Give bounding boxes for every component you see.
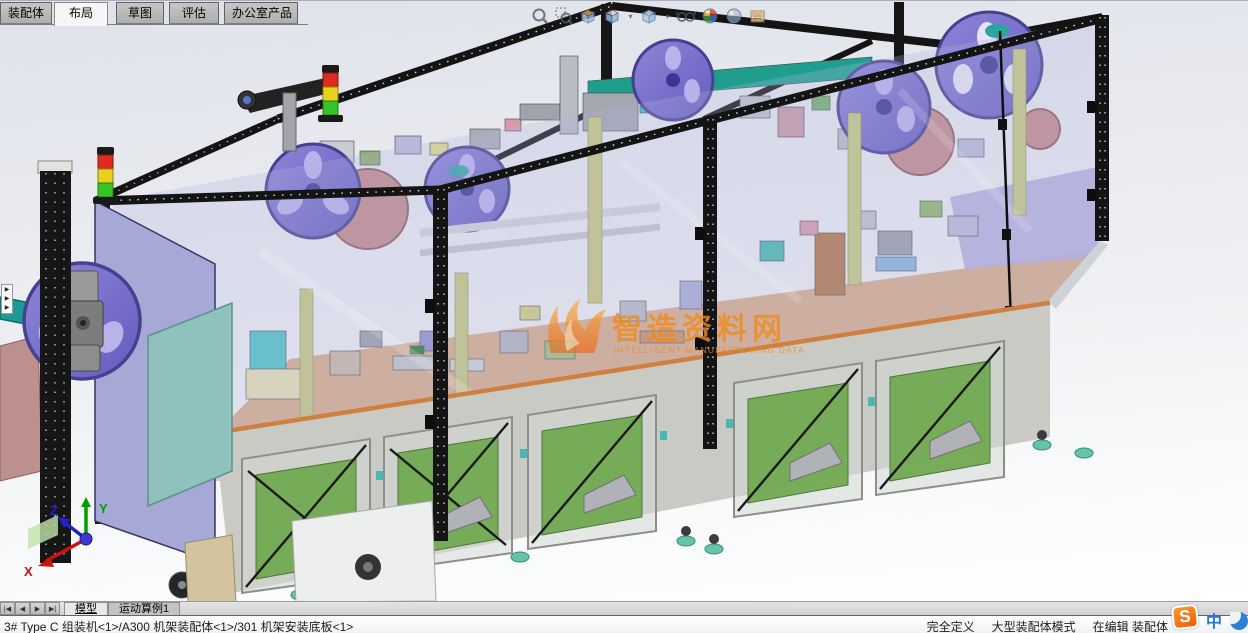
ime-language-indicator[interactable]: 中 <box>1206 608 1222 632</box>
featuremanager-flyout[interactable]: ▶ ▶ ▶ <box>1 284 13 314</box>
graphics-viewport[interactable]: 智造资料网 INTELLIGENT MANUFACTURING DATA Y Z… <box>0 0 1248 602</box>
flyout-arrow-icon: ▶ <box>4 305 10 311</box>
tab-office-products[interactable]: 办公室产品 <box>224 2 298 24</box>
zoom-to-area-icon[interactable] <box>554 6 574 26</box>
assembly-model: 智造资料网 INTELLIGENT MANUFACTURING DATA Y Z… <box>0 1 1109 602</box>
signal-tower-right <box>237 65 343 152</box>
tab-assembly[interactable]: 装配体 <box>0 2 52 24</box>
tab-scroll-next-button[interactable]: ▶ <box>30 602 45 615</box>
triad-y-label: Y <box>99 501 108 516</box>
status-editing-assembly: 在编辑 装配体 <box>1092 620 1168 633</box>
headsup-view-toolbar: ▾ ▾ <box>530 5 768 27</box>
apply-scene-icon[interactable] <box>724 6 744 26</box>
tab-model[interactable]: 模型 <box>64 602 108 615</box>
ime-toolbar: S 中 <box>1170 600 1248 633</box>
view-settings-icon[interactable] <box>748 6 768 26</box>
tab-motion-study-1[interactable]: 运动算例1 <box>108 602 181 615</box>
ime-moon-icon[interactable] <box>1230 612 1248 630</box>
status-fully-defined: 完全定义 <box>926 620 975 633</box>
edit-appearance-icon[interactable] <box>700 6 720 26</box>
triad-z-label: Z <box>50 503 58 518</box>
status-bar: 3# Type C 组装机<1>/A300 机架装配体<1>/301 机架安装底… <box>0 615 1248 633</box>
application-window: 智造资料网 INTELLIGENT MANUFACTURING DATA Y Z… <box>0 0 1248 633</box>
dropdown-caret-icon[interactable]: ▾ <box>663 12 672 21</box>
watermark-title: 智造资料网 <box>612 313 787 346</box>
triad-x-label: X <box>24 564 33 579</box>
tab-scroll-prev-button[interactable]: ◀ <box>15 602 30 615</box>
model-motion-tabbar: |◀ ◀ ▶ ▶| 模型 运动算例1 <box>0 601 1248 615</box>
zoom-to-fit-icon[interactable] <box>530 6 550 26</box>
section-view-icon[interactable] <box>578 6 598 26</box>
view-orientation-icon[interactable] <box>602 6 622 26</box>
flyout-arrow-icon: ▶ <box>4 287 10 293</box>
dropdown-caret-icon[interactable]: ▾ <box>626 12 635 21</box>
tab-layout[interactable]: 布局 <box>54 2 108 26</box>
tab-scroll-last-button[interactable]: ▶| <box>45 602 60 615</box>
display-style-icon[interactable] <box>639 6 659 26</box>
tab-scroll-first-button[interactable]: |◀ <box>0 602 15 615</box>
selection-path: 3# Type C 组装机<1>/A300 机架装配体<1>/301 机架安装底… <box>4 620 354 633</box>
status-large-assembly-mode: 大型装配体模式 <box>991 620 1076 633</box>
sogou-input-icon[interactable]: S <box>1170 603 1200 631</box>
hide-show-items-icon[interactable] <box>676 6 696 26</box>
watermark-subtitle: INTELLIGENT MANUFACTURING DATA <box>614 345 805 355</box>
commandmanager-tabs: 装配体 布局 草图 评估 办公室产品 <box>0 0 308 26</box>
flyout-arrow-icon: ▶ <box>4 296 10 302</box>
tab-evaluate[interactable]: 评估 <box>169 2 219 24</box>
status-states: 完全定义 大型装配体模式 在编辑 装配体 <box>927 618 1168 633</box>
tab-sketch[interactable]: 草图 <box>116 2 164 24</box>
